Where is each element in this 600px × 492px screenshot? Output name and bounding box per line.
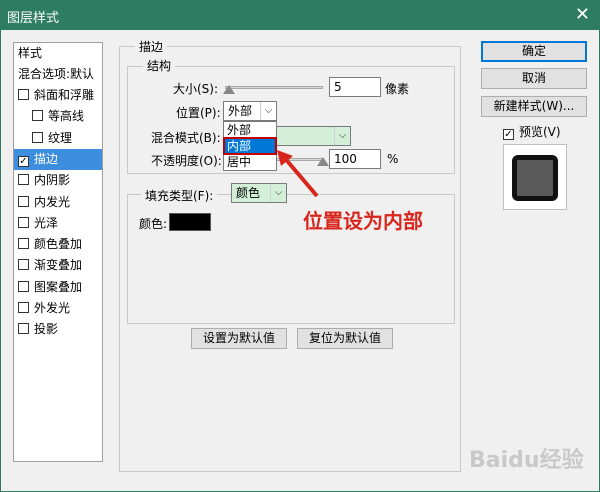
- preview-square: [512, 155, 558, 201]
- size-label: 大小(S):: [173, 82, 219, 96]
- style-item-label: 描边: [34, 151, 59, 166]
- dialog-body: 样式 混合选项:默认 斜面和浮雕等高线纹理 ✓ 描边内阴影内发光光泽颜色叠加渐变叠加…: [0, 30, 600, 492]
- style-item[interactable]: ✓ 描边: [14, 148, 102, 170]
- style-item-label: 渐变叠加: [34, 258, 83, 273]
- checkbox-icon[interactable]: [18, 174, 29, 186]
- window-title: 图层样式: [7, 11, 60, 26]
- style-list: 样式 混合选项:默认 斜面和浮雕等高线纹理 ✓ 描边内阴影内发光光泽颜色叠加渐变叠加…: [13, 42, 103, 462]
- style-item-label: 图案叠加: [34, 279, 83, 294]
- style-item-label: 等高线: [48, 109, 85, 124]
- style-item-label: 投影: [34, 322, 59, 337]
- watermark: Baidu经验: [469, 448, 584, 473]
- blend-mode-label: 混合模式(B):: [151, 131, 221, 145]
- color-label: 颜色:: [139, 217, 168, 231]
- color-swatch[interactable]: [169, 213, 211, 231]
- style-item[interactable]: 内阴影: [14, 170, 102, 191]
- style-item[interactable]: 渐变叠加: [14, 255, 102, 276]
- checkbox-icon[interactable]: [18, 323, 29, 335]
- checkbox-icon[interactable]: [32, 110, 43, 122]
- checkbox-icon[interactable]: [18, 216, 29, 228]
- style-item[interactable]: 等高线: [14, 106, 102, 127]
- opacity-unit: %: [387, 152, 399, 166]
- blend-options-item[interactable]: 混合选项:默认: [14, 64, 102, 85]
- checkbox-icon[interactable]: [18, 89, 29, 100]
- style-item[interactable]: 颜色叠加: [14, 234, 102, 255]
- checkbox-icon[interactable]: [18, 302, 29, 313]
- checkbox-icon[interactable]: [18, 259, 29, 271]
- style-item[interactable]: 图案叠加: [14, 277, 102, 298]
- checkbox-checked-icon[interactable]: ✓: [18, 155, 29, 167]
- position-label: 位置(P):: [176, 106, 221, 120]
- style-item-label: 纹理: [48, 130, 73, 145]
- stroke-section-title: 描边: [135, 38, 168, 55]
- ok-button[interactable]: 确定: [481, 41, 587, 62]
- close-icon[interactable]: ✕: [575, 4, 590, 25]
- style-item-label: 光泽: [34, 215, 59, 230]
- position-select-value: 外部: [228, 104, 253, 118]
- opacity-label: 不透明度(O):: [151, 154, 222, 168]
- preview-thumbnail: [503, 144, 567, 210]
- reset-default-button[interactable]: 复位为默认值: [297, 328, 393, 349]
- style-item[interactable]: 纹理: [14, 128, 102, 149]
- chevron-down-icon: ⌵: [260, 102, 276, 120]
- checkbox-icon[interactable]: [32, 131, 43, 143]
- size-input[interactable]: 5: [329, 77, 381, 97]
- preview-checkbox[interactable]: ✓ 预览(V): [503, 123, 561, 140]
- style-list-header[interactable]: 样式: [14, 43, 102, 64]
- chevron-down-icon: ⌵: [334, 127, 350, 145]
- cancel-button[interactable]: 取消: [481, 68, 587, 89]
- position-option[interactable]: 外部: [224, 122, 276, 138]
- style-item[interactable]: 斜面和浮雕: [14, 85, 102, 106]
- annotation-arrow: [277, 150, 319, 198]
- style-item[interactable]: 光泽: [14, 213, 102, 234]
- size-slider-thumb[interactable]: [223, 85, 235, 94]
- style-item-label: 外发光: [34, 301, 71, 315]
- position-option[interactable]: 居中: [224, 154, 276, 170]
- position-option[interactable]: 内部: [223, 137, 277, 155]
- style-item-label: 内阴影: [34, 173, 71, 188]
- structure-title: 结构: [143, 57, 176, 74]
- style-item-label: 颜色叠加: [34, 237, 83, 252]
- style-item-label: 内发光: [34, 194, 71, 209]
- checkbox-icon[interactable]: [18, 195, 29, 207]
- style-item[interactable]: 外发光: [14, 298, 102, 319]
- fill-type-label: 填充类型(F):: [141, 187, 218, 204]
- size-slider[interactable]: [225, 86, 323, 89]
- style-item[interactable]: 内发光: [14, 192, 102, 213]
- checkbox-icon[interactable]: [18, 238, 29, 250]
- title-bar: 图层样式 ✕: [0, 0, 600, 30]
- position-select[interactable]: 外部 ⌵: [223, 101, 277, 121]
- new-style-button[interactable]: 新建样式(W)...: [481, 96, 587, 117]
- opacity-input[interactable]: 100: [329, 149, 381, 169]
- set-default-button[interactable]: 设置为默认值: [191, 328, 287, 349]
- style-item-label: 斜面和浮雕: [34, 88, 95, 102]
- position-dropdown-list: 外部 内部 居中: [223, 121, 277, 171]
- fill-type-value: 颜色: [236, 186, 261, 200]
- annotation-text: 位置设为内部: [303, 209, 423, 233]
- preview-label: 预览(V): [519, 125, 561, 139]
- size-unit: 像素: [385, 82, 410, 96]
- preview-check-icon: ✓: [503, 129, 514, 140]
- checkbox-icon[interactable]: [18, 280, 29, 292]
- style-item[interactable]: 投影: [14, 319, 102, 340]
